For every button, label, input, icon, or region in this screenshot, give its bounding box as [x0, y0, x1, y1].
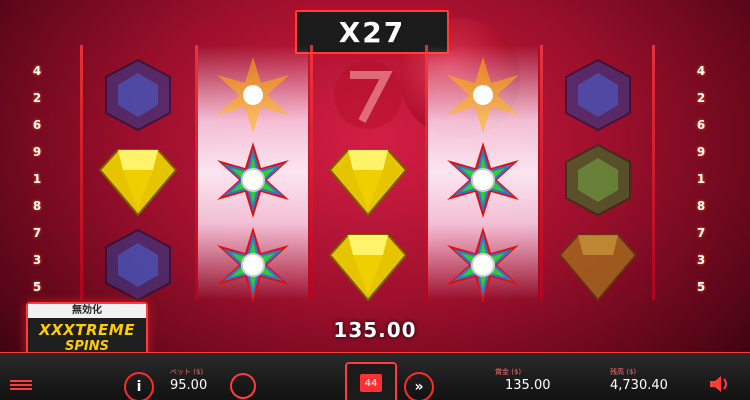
- yellow-gem-icon: [328, 149, 408, 217]
- fast-forward-button[interactable]: »: [404, 372, 434, 400]
- balance-label: 残高 ($): [610, 368, 637, 376]
- blue-gem-icon: [105, 228, 171, 302]
- xxxtreme-header: 無効化: [28, 304, 146, 318]
- payline-number[interactable]: 4: [26, 60, 48, 82]
- payline-number[interactable]: 4: [690, 60, 712, 82]
- bet-label: ベット ($): [170, 368, 204, 376]
- reel-3: [313, 45, 423, 302]
- sound-icon[interactable]: [708, 373, 732, 395]
- win-amount: 135.00: [333, 318, 417, 342]
- seven-icon: [334, 61, 402, 129]
- reel-4: [428, 45, 538, 303]
- payline-number[interactable]: 9: [26, 141, 48, 163]
- payline-number[interactable]: 6: [690, 114, 712, 136]
- blue-gem-icon: [565, 58, 631, 132]
- orange-gem-icon: [558, 234, 638, 302]
- payline-number[interactable]: 2: [26, 87, 48, 109]
- info-icon: i: [136, 379, 142, 395]
- payline-number[interactable]: 1: [690, 168, 712, 190]
- payline-number[interactable]: 7: [26, 222, 48, 244]
- yellow-gem-icon: [98, 149, 178, 217]
- starburst-wild-icon: [217, 142, 289, 218]
- payline-number[interactable]: 7: [690, 222, 712, 244]
- payline-number[interactable]: 1: [26, 168, 48, 190]
- payline-number[interactable]: 5: [690, 276, 712, 298]
- payline-number[interactable]: 5: [26, 276, 48, 298]
- payline-number[interactable]: 2: [690, 87, 712, 109]
- starburst-wild-icon: [447, 57, 519, 133]
- payline-number[interactable]: 3: [690, 249, 712, 271]
- starburst-wild-icon: [217, 227, 289, 303]
- reel-5: [543, 45, 653, 302]
- bet-value: 95.00: [170, 378, 208, 393]
- menu-icon[interactable]: [10, 378, 32, 392]
- payline-number[interactable]: 9: [690, 141, 712, 163]
- payline-number[interactable]: 6: [26, 114, 48, 136]
- fast-forward-icon: »: [414, 379, 424, 395]
- reel-2: [198, 45, 308, 303]
- coins-icon[interactable]: [230, 373, 256, 399]
- starburst-wild-icon: [217, 57, 289, 133]
- starburst-wild-icon: [447, 142, 519, 218]
- payline-number[interactable]: 8: [690, 195, 712, 217]
- spin-count: 44: [360, 374, 382, 392]
- payline-number[interactable]: 8: [26, 195, 48, 217]
- reel-grid: [80, 45, 655, 303]
- starburst-wild-icon: [447, 227, 519, 303]
- win-label: 賞金 ($): [495, 368, 522, 376]
- yellow-gem-icon: [328, 234, 408, 302]
- win-value: 135.00: [505, 378, 551, 393]
- left-payline-numbers: 4 2 6 9 1 8 7 3 5: [26, 60, 56, 303]
- green-gem-icon: [565, 143, 631, 217]
- reel-1: [83, 45, 193, 302]
- game-stage: 4 2 6 9 1 8 7 3 5 4 2 6 9 1 8 7 3 5 X27: [0, 0, 750, 400]
- blue-gem-icon: [105, 58, 171, 132]
- info-button[interactable]: i: [124, 372, 154, 400]
- balance-value: 4,730.40: [610, 378, 668, 393]
- xxxtreme-title: XXXTREME: [39, 321, 135, 339]
- payline-number[interactable]: 3: [26, 249, 48, 271]
- right-payline-numbers: 4 2 6 9 1 8 7 3 5: [690, 60, 720, 303]
- spin-button[interactable]: 44: [345, 362, 397, 400]
